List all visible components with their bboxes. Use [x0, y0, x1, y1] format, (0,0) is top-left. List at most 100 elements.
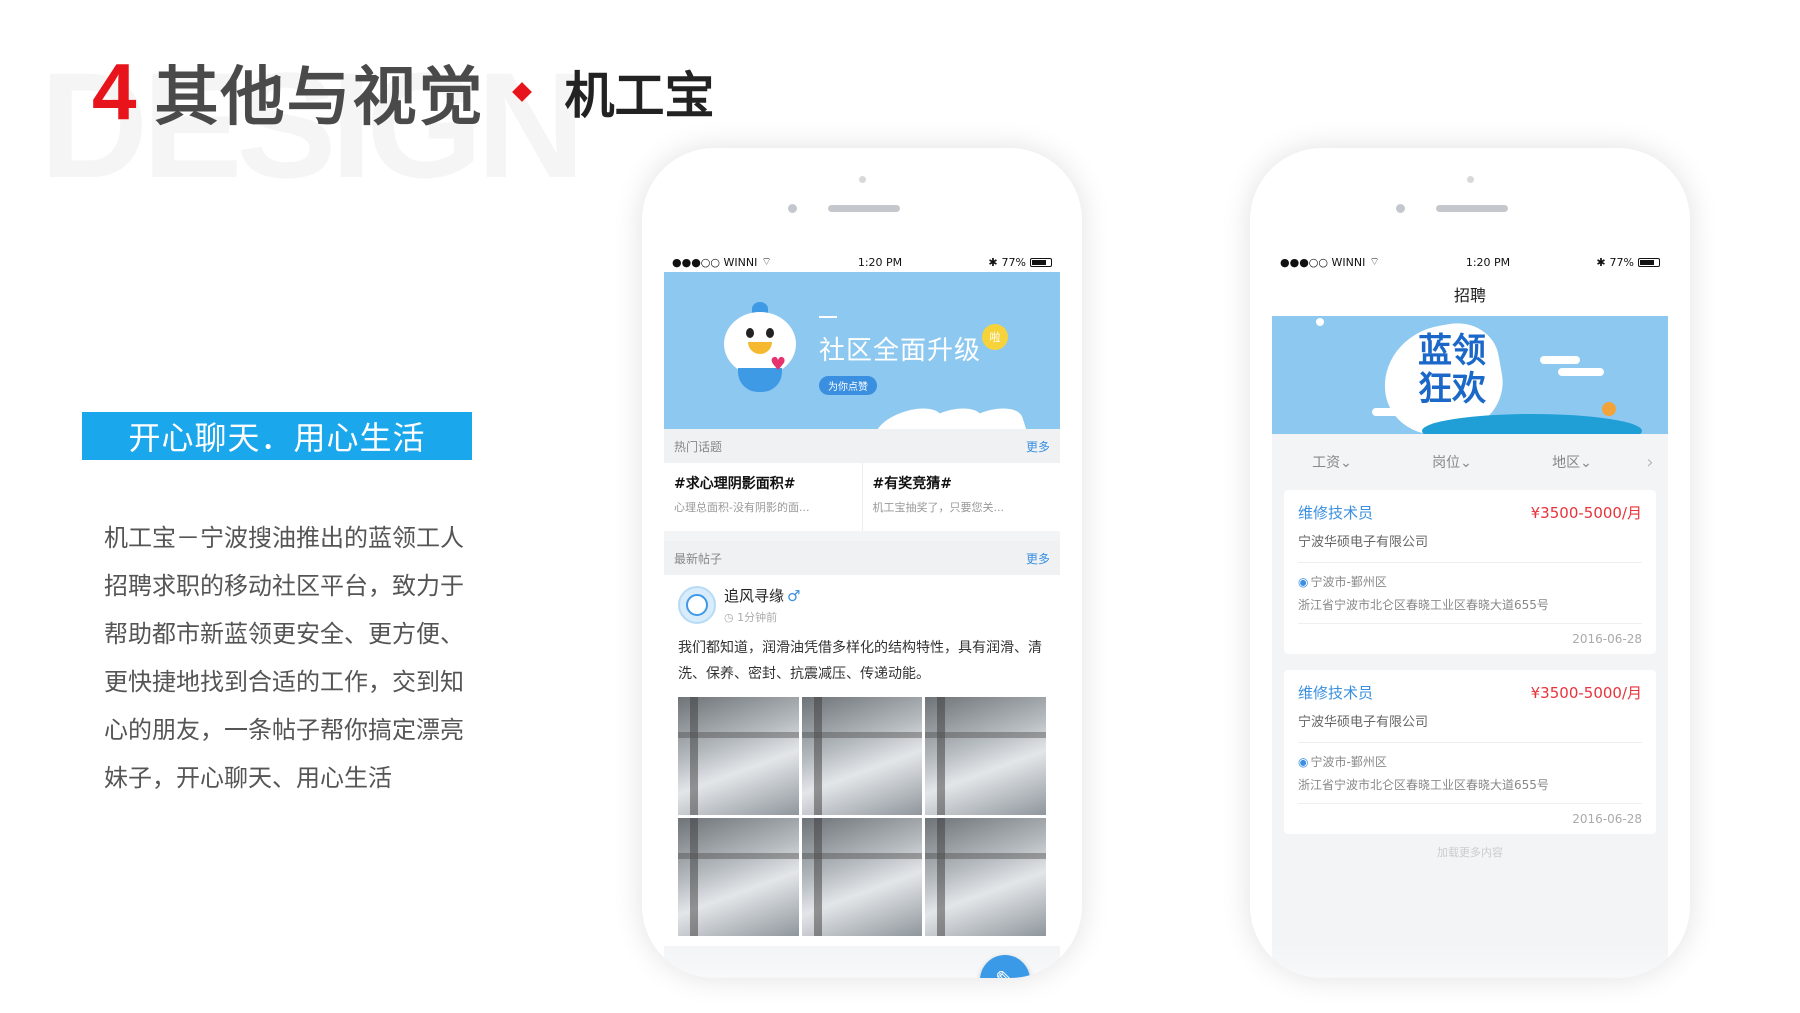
banner-cloud — [1540, 356, 1580, 364]
post-image[interactable] — [801, 818, 923, 936]
product-description: 机工宝－宁波搜油推出的蓝领工人招聘求职的移动社区平台，致力于帮助都市新蓝领更安全… — [104, 524, 464, 792]
banner-text: 蓝领 狂欢 — [1418, 332, 1486, 408]
avatar[interactable] — [678, 586, 716, 624]
post-card[interactable]: 追风寻缘 ♂ ◷ 1分钟前 我们都知道，润滑油凭借多样化的结构特性，具有润滑、清洗… — [664, 575, 1060, 946]
post-time: ◷ 1分钟前 — [724, 609, 800, 625]
job-salary: ¥3500-5000/月 — [1530, 504, 1642, 522]
post-author[interactable]: 追风寻缘 ♂ — [724, 585, 800, 606]
phone-camera — [859, 176, 866, 183]
banner-pill: 为你点赞 — [819, 376, 877, 395]
topic-snippet: 心理总面积-没有阴影的面... — [674, 501, 810, 514]
battery-icon — [1030, 257, 1052, 267]
topic-snippet: 机工宝抽奖了，只要您关... — [872, 501, 1005, 514]
phone-sensor — [1396, 204, 1405, 213]
recruitment-banner[interactable]: 蓝领 狂欢 — [1272, 316, 1668, 434]
carrier-label: ●●●○○ WINNI — [672, 255, 758, 269]
job-date: 2016-06-28 — [1572, 812, 1642, 826]
clock-icon: ◷ — [724, 611, 738, 624]
job-title: 维修技术员 — [1298, 684, 1374, 702]
banner-text-line2: 狂欢 — [1418, 369, 1486, 409]
job-date: 2016-06-28 — [1572, 632, 1642, 646]
recruitment-screen: ●●●○○ WINNI ⌔ 1:20 PM ✱ 77% 招聘 蓝领 狂欢 工资⌄ 岗… — [1272, 252, 1668, 978]
banner-badge: 啦 — [982, 324, 1008, 350]
male-icon: ♂ — [787, 587, 801, 605]
job-title: 维修技术员 — [1298, 504, 1374, 522]
banner-text-line1: 蓝领 — [1418, 331, 1486, 371]
job-card[interactable]: 维修技术员 ¥3500-5000/月 宁波华硕电子有限公司 ◉ 宁波市-鄞州区 浙… — [1284, 490, 1656, 654]
banner-cloud — [1372, 408, 1406, 416]
job-address: 浙江省宁波市北仑区春晓工业区春晓大道655号 — [1298, 596, 1642, 624]
topic-title: #有奖竞猜# — [872, 476, 952, 492]
location-pin-icon: ◉ — [1298, 575, 1309, 589]
community-screen: ●●●○○ WINNI ⌔ 1:20 PM ✱ 77% ♥ 社区全面升级 啦 为你点… — [664, 252, 1060, 978]
carrier-label: ●●●○○ WINNI — [1280, 255, 1366, 269]
wifi-icon: ⌔ — [761, 255, 772, 268]
battery-percent: 77% — [1001, 255, 1026, 269]
job-location: ◉ 宁波市-鄞州区 — [1298, 753, 1642, 770]
hot-topics-label: 热门话题 — [674, 439, 723, 454]
hot-topics-list: #求心理阴影面积# 心理总面积-没有阴影的面... #有奖竞猜# 机工宝抽奖了，… — [664, 463, 1060, 531]
post-text: 我们都知道，润滑油凭借多样化的结构特性，具有润滑、清洗、保养、密封、抗震减压、传… — [678, 640, 1042, 682]
post-time-text: 1分钟前 — [737, 611, 778, 624]
phone-mockup-recruitment: ●●●○○ WINNI ⌔ 1:20 PM ✱ 77% 招聘 蓝领 狂欢 工资⌄ 岗… — [1250, 148, 1690, 978]
status-time: 1:20 PM — [857, 255, 903, 269]
phone-camera — [1467, 176, 1474, 183]
banner-star — [1316, 318, 1324, 326]
phone-speaker — [828, 205, 900, 212]
hot-topics-more-link[interactable]: 更多 — [1026, 438, 1050, 455]
location-pin-icon: ◉ — [1298, 755, 1309, 769]
battery-percent: 77% — [1609, 255, 1634, 269]
post-image[interactable] — [678, 697, 799, 815]
post-author-name: 追风寻缘 — [724, 587, 785, 605]
banner-cloud — [1558, 368, 1604, 376]
banner-ball — [1602, 402, 1616, 416]
section-number: 4 — [92, 47, 137, 136]
mascot-icon: ♥ — [724, 302, 796, 392]
latest-posts-header: 最新帖子 更多 — [664, 541, 1060, 575]
post-header: 追风寻缘 ♂ ◷ 1分钟前 — [678, 585, 1046, 625]
job-location-text: 宁波市-鄞州区 — [1310, 755, 1387, 769]
status-bar: ●●●○○ WINNI ⌔ 1:20 PM ✱ 77% — [664, 252, 1060, 272]
slogan-banner: 开心聊天．用心生活 — [82, 412, 472, 460]
post-image[interactable] — [925, 697, 1046, 815]
latest-posts-more-link[interactable]: 更多 — [1026, 550, 1050, 567]
topic-card[interactable]: #求心理阴影面积# 心理总面积-没有阴影的面... — [664, 463, 863, 531]
job-company: 宁波华硕电子有限公司 — [1298, 711, 1642, 743]
filter-bar: 工资⌄ 岗位⌄ 地区⌄ › — [1272, 434, 1668, 490]
chevron-right-icon[interactable]: › — [1632, 452, 1668, 473]
nav-title: 招聘 — [1272, 272, 1668, 316]
phone-mockup-community: ●●●○○ WINNI ⌔ 1:20 PM ✱ 77% ♥ 社区全面升级 啦 为你点… — [642, 148, 1082, 978]
topic-title: #求心理阴影面积# — [674, 476, 796, 492]
banner-title: 社区全面升级 — [819, 336, 982, 366]
bottom-fade — [1272, 942, 1668, 978]
latest-posts-label: 最新帖子 — [674, 551, 723, 566]
job-card[interactable]: 维修技术员 ¥3500-5000/月 宁波华硕电子有限公司 ◉ 宁波市-鄞州区 浙… — [1284, 670, 1656, 834]
filter-region[interactable]: 地区⌄ — [1512, 452, 1632, 472]
job-location: ◉ 宁波市-鄞州区 — [1298, 573, 1642, 590]
job-location-text: 宁波市-鄞州区 — [1310, 575, 1387, 589]
post-image[interactable] — [801, 697, 923, 815]
post-image[interactable] — [925, 818, 1046, 936]
filter-position[interactable]: 岗位⌄ — [1392, 452, 1512, 472]
community-banner[interactable]: ♥ 社区全面升级 啦 为你点赞 — [664, 272, 1060, 429]
job-salary: ¥3500-5000/月 — [1530, 684, 1642, 702]
phone-speaker — [1436, 205, 1508, 212]
post-images — [678, 697, 1046, 936]
section-subtitle: 机工宝 — [564, 67, 715, 125]
job-address: 浙江省宁波市北仑区春晓工业区春晓大道655号 — [1298, 776, 1642, 804]
battery-icon — [1638, 257, 1660, 267]
job-company: 宁波华硕电子有限公司 — [1298, 531, 1642, 563]
phone-sensor — [788, 204, 797, 213]
post-image[interactable] — [678, 818, 799, 936]
title-separator-dot — [511, 82, 532, 102]
bluetooth-icon: ✱ — [1596, 255, 1606, 269]
load-more-text[interactable]: 加载更多内容 — [1272, 844, 1668, 860]
status-bar: ●●●○○ WINNI ⌔ 1:20 PM ✱ 77% — [1272, 252, 1668, 272]
banner-dash — [819, 316, 837, 318]
slide-title-row: 4 其他与视觉 机工宝 — [92, 46, 715, 138]
bluetooth-icon: ✱ — [988, 255, 998, 269]
topic-card[interactable]: #有奖竞猜# 机工宝抽奖了，只要您关... — [863, 463, 1061, 531]
filter-salary[interactable]: 工资⌄ — [1272, 452, 1392, 472]
status-time: 1:20 PM — [1465, 255, 1511, 269]
wifi-icon: ⌔ — [1369, 255, 1380, 268]
